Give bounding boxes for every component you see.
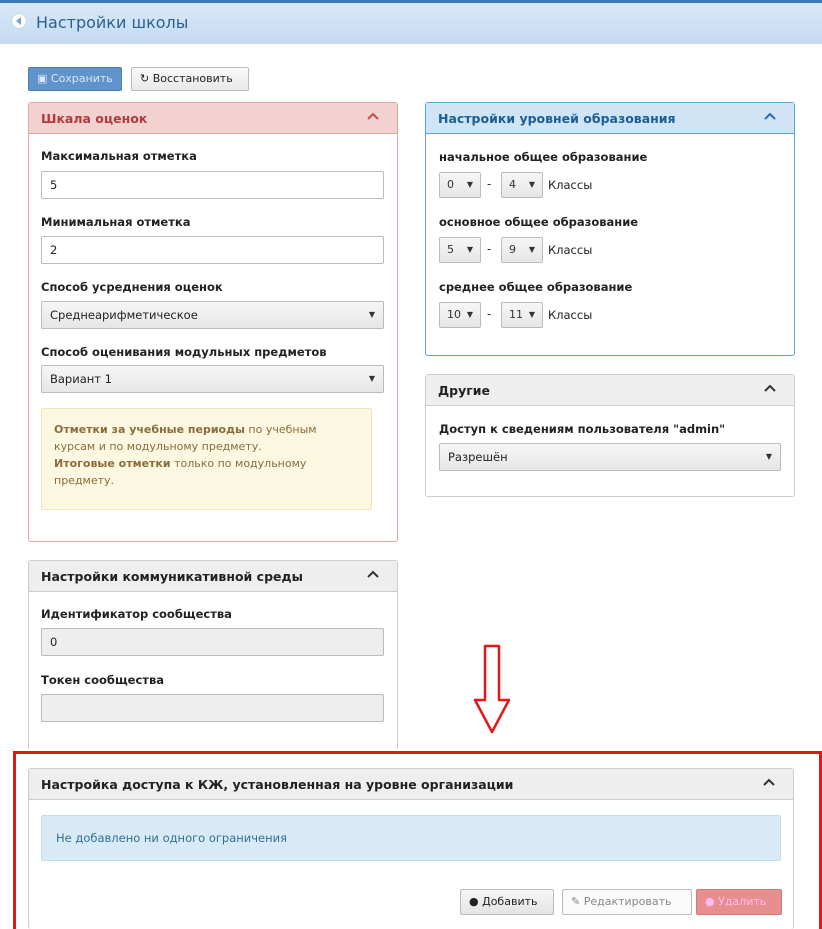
pencil-icon: ✎ bbox=[571, 895, 584, 908]
community-id-label: Идентификатор сообщества bbox=[41, 607, 232, 621]
comm-panel-header[interactable]: Настройки коммуникативной среды bbox=[29, 561, 397, 592]
back-icon[interactable] bbox=[12, 14, 26, 28]
levels-panel: Настройки уровней образования начальное … bbox=[425, 102, 795, 356]
chevron-up-icon[interactable] bbox=[367, 570, 379, 578]
modular-select[interactable]: Вариант 1 ▼ bbox=[41, 365, 384, 393]
modular-label: Способ оценивания модульных предметов bbox=[41, 345, 327, 359]
level-to-select[interactable]: 9 ▼ bbox=[501, 237, 543, 263]
down-arrow-icon bbox=[473, 644, 511, 734]
grades-panel-header[interactable]: Шкала оценок bbox=[29, 103, 397, 134]
grades-panel: Шкала оценок Максимальная отметка 5 Мини… bbox=[28, 102, 398, 542]
add-button[interactable]: ● Добавить bbox=[460, 889, 554, 915]
plus-circle-icon: ● bbox=[469, 895, 483, 908]
chevron-up-icon[interactable] bbox=[367, 112, 379, 120]
max-grade-label: Максимальная отметка bbox=[41, 149, 197, 163]
level-from-select[interactable]: 0 ▼ bbox=[439, 172, 481, 198]
grades-info-note: Отметки за учебные периоды по учебным ку… bbox=[41, 408, 372, 510]
caret-down-icon: ▼ bbox=[368, 310, 375, 319]
refresh-icon: ↻ bbox=[140, 72, 153, 85]
min-grade-label: Минимальная отметка bbox=[41, 215, 191, 229]
restore-button[interactable]: ↻ Восстановить bbox=[131, 67, 249, 91]
max-grade-input[interactable]: 5 bbox=[41, 171, 384, 199]
community-token-input[interactable] bbox=[41, 694, 384, 722]
page-header: Настройки школы bbox=[0, 0, 822, 44]
level-from-select[interactable]: 10 ▼ bbox=[439, 302, 481, 328]
access-info-select[interactable]: Разрешён ▼ bbox=[439, 443, 781, 471]
community-token-label: Токен сообщества bbox=[41, 673, 164, 687]
minus-circle-icon: ● bbox=[705, 895, 719, 908]
other-panel-header[interactable]: Другие bbox=[426, 375, 794, 406]
level-to-select[interactable]: 11 ▼ bbox=[501, 302, 543, 328]
level-label: основное общее образование bbox=[439, 215, 639, 229]
empty-restrictions-alert: Не добавлено ни одного ограничения bbox=[41, 815, 781, 861]
min-grade-input[interactable]: 2 bbox=[41, 236, 384, 264]
level-to-select[interactable]: 4 ▼ bbox=[501, 172, 543, 198]
chevron-up-icon[interactable] bbox=[763, 778, 775, 786]
grades-panel-title: Шкала оценок bbox=[41, 111, 148, 126]
comm-panel: Настройки коммуникативной среды Идентифи… bbox=[28, 560, 398, 750]
comm-panel-title: Настройки коммуникативной среды bbox=[41, 569, 303, 584]
chevron-up-icon[interactable] bbox=[764, 112, 776, 120]
level-from-select[interactable]: 5 ▼ bbox=[439, 237, 481, 263]
chevron-up-icon[interactable] bbox=[764, 384, 776, 392]
averaging-select[interactable]: Среднеарифметическое ▼ bbox=[41, 301, 384, 329]
averaging-label: Способ усреднения оценок bbox=[41, 280, 223, 294]
save-button[interactable]: ▣ Сохранить bbox=[28, 67, 122, 91]
levels-panel-header[interactable]: Настройки уровней образования bbox=[426, 103, 794, 134]
levels-panel-title: Настройки уровней образования bbox=[438, 111, 676, 126]
delete-button[interactable]: ● Удалить bbox=[696, 889, 782, 915]
classes-label: Классы bbox=[548, 178, 593, 192]
edit-button[interactable]: ✎ Редактировать bbox=[562, 889, 692, 915]
floppy-icon: ▣ bbox=[37, 72, 51, 85]
caret-down-icon: ▼ bbox=[765, 452, 772, 461]
other-panel-title: Другие bbox=[438, 383, 490, 398]
caret-down-icon: ▼ bbox=[368, 374, 375, 383]
access-restrictions-panel: Настройка доступа к КЖ, установленная на… bbox=[28, 768, 794, 929]
other-panel: Другие Доступ к сведениям пользователя "… bbox=[425, 374, 795, 497]
access-info-label: Доступ к сведениям пользователя "admin" bbox=[439, 422, 726, 436]
community-id-input[interactable]: 0 bbox=[41, 628, 384, 656]
page-title: Настройки школы bbox=[36, 13, 189, 32]
classes-label: Классы bbox=[548, 243, 593, 257]
level-label: среднее общее образование bbox=[439, 280, 633, 294]
level-label: начальное общее образование bbox=[439, 150, 648, 164]
access-restrictions-header[interactable]: Настройка доступа к КЖ, установленная на… bbox=[29, 769, 793, 800]
access-restrictions-title: Настройка доступа к КЖ, установленная на… bbox=[41, 777, 514, 792]
classes-label: Классы bbox=[548, 308, 593, 322]
